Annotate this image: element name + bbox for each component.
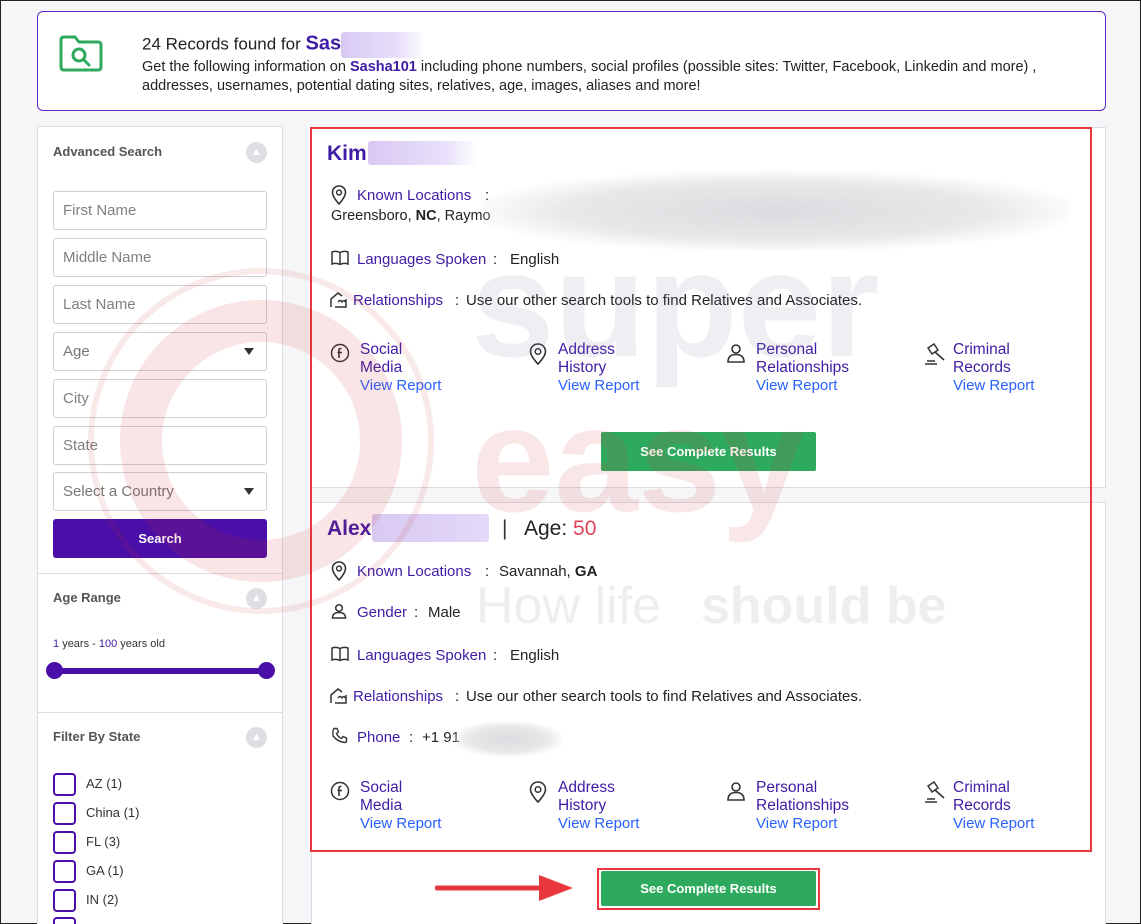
country-select[interactable]: Select a Country <box>53 472 267 511</box>
chevron-up-icon[interactable]: ▲ <box>246 142 267 163</box>
age-min-value: 1 <box>53 638 60 650</box>
search-query: Sas <box>305 32 342 55</box>
last-name-input[interactable] <box>53 285 267 324</box>
filter-by-state-heading: Filter By State <box>53 729 141 744</box>
state-filter-label: China (1) <box>86 805 140 820</box>
age-min-handle[interactable] <box>46 662 63 679</box>
filter-sidebar: Advanced Search ▲ Age Select a Country S… <box>37 126 283 924</box>
country-select-value: Select a Country <box>63 483 174 500</box>
caret-down-icon <box>244 348 254 355</box>
state-filter-label: GA (1) <box>86 863 124 878</box>
age-years-text: years - <box>62 638 96 650</box>
redacted-block <box>341 32 426 58</box>
highlight-frame <box>597 868 820 910</box>
state-input[interactable] <box>53 426 267 465</box>
checkbox[interactable] <box>53 860 76 883</box>
age-select[interactable]: Age <box>53 332 267 371</box>
folder-search-icon <box>59 35 103 72</box>
checkbox[interactable] <box>53 831 76 854</box>
caret-down-icon <box>244 488 254 495</box>
records-count-text: 24 Records found for <box>142 34 301 54</box>
checkbox[interactable] <box>53 889 76 912</box>
records-count-title: 24 Records found for Sas <box>142 32 426 58</box>
state-filter-label: IN (2) <box>86 892 119 907</box>
age-select-value: Age <box>63 343 90 360</box>
chevron-up-icon[interactable]: ▲ <box>246 588 267 609</box>
highlight-frame <box>310 127 1092 852</box>
age-range-slider[interactable] <box>55 668 267 674</box>
checkbox[interactable] <box>53 773 76 796</box>
results-summary-banner: 24 Records found for Sas Get the followi… <box>37 11 1106 111</box>
age-range-value: 1 years - 100 years old <box>53 638 165 650</box>
age-max-handle[interactable] <box>258 662 275 679</box>
age-max-value: 100 <box>98 638 118 650</box>
desc-prefix: Get the following information on <box>142 59 346 75</box>
records-description: Get the following information on Sasha10… <box>142 58 1092 96</box>
state-filter-label: AZ (1) <box>86 776 123 791</box>
divider <box>38 573 282 574</box>
search-button[interactable]: Search <box>53 519 267 558</box>
chevron-up-icon[interactable]: ▲ <box>246 727 267 748</box>
first-name-input[interactable] <box>53 191 267 230</box>
divider <box>38 712 282 713</box>
checkbox[interactable] <box>53 802 76 825</box>
middle-name-input[interactable] <box>53 238 267 277</box>
state-filter-label: FL (3) <box>86 834 121 849</box>
username-highlight: Sasha101 <box>349 59 417 75</box>
age-range-heading: Age Range <box>53 590 121 605</box>
checkbox[interactable] <box>53 917 76 924</box>
advanced-search-heading: Advanced Search <box>53 144 163 159</box>
age-old-text: years old <box>120 638 165 650</box>
arrow-right-icon <box>435 875 573 901</box>
city-input[interactable] <box>53 379 267 418</box>
